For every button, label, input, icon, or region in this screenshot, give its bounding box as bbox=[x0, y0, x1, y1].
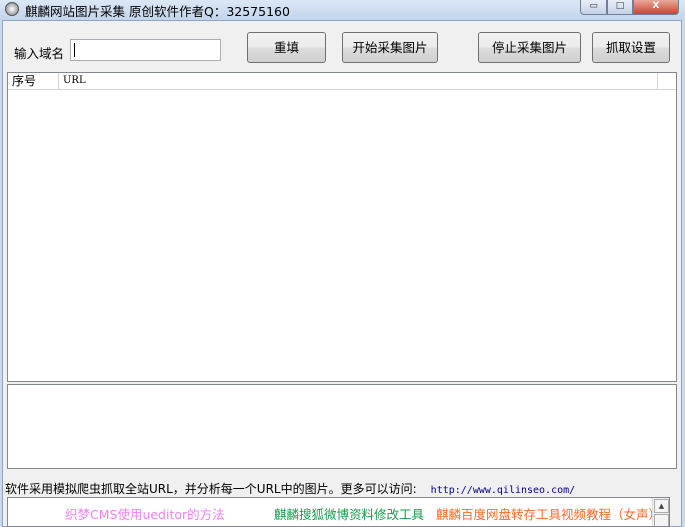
link-item[interactable]: 麒麟百度网盘转存工具视频教程（女声） bbox=[436, 504, 661, 523]
app-icon bbox=[5, 2, 19, 16]
log-textarea[interactable] bbox=[7, 384, 677, 469]
links-scrollbar[interactable]: ▲ bbox=[652, 498, 669, 526]
column-header-index[interactable]: 序号 bbox=[8, 73, 59, 90]
website-link[interactable]: http://www.qilinseo.com/ bbox=[431, 485, 576, 496]
text-caret bbox=[74, 43, 75, 57]
url-list[interactable]: 序号 URL bbox=[7, 72, 677, 382]
domain-input[interactable] bbox=[70, 39, 221, 61]
column-header-url[interactable]: URL bbox=[59, 73, 658, 90]
scroll-up-icon[interactable]: ▲ bbox=[654, 499, 669, 513]
minimize-button[interactable]: ▭ bbox=[580, 0, 607, 15]
title-bar: 麒麟网站图片采集 原创软件作者Q：32575160 ▭ □ X bbox=[0, 0, 685, 20]
link-item[interactable]: 麒麟搜狐微博资料修改工具 bbox=[274, 504, 424, 523]
scroll-thumb[interactable] bbox=[654, 514, 669, 526]
window-title: 麒麟网站图片采集 原创软件作者Q：32575160 bbox=[25, 4, 290, 19]
status-bar: 软件采用模拟爬虫抓取全站URL，并分析每一个URL中的图片。更多可以访问: htt… bbox=[5, 480, 575, 497]
start-capture-button[interactable]: 开始采集图片 bbox=[342, 32, 438, 63]
links-box: 织梦CMS使用ueditor的方法 麒麟搜狐微博资料修改工具 麒麟百度网盘转存工… bbox=[7, 497, 670, 527]
reset-button[interactable]: 重填 bbox=[247, 32, 326, 63]
link-item[interactable]: 织梦CMS使用ueditor的方法 bbox=[65, 504, 225, 523]
close-button[interactable]: X bbox=[633, 0, 679, 15]
column-header-filler bbox=[658, 73, 676, 90]
stop-capture-button[interactable]: 停止采集图片 bbox=[478, 32, 581, 63]
maximize-button[interactable]: □ bbox=[607, 0, 633, 15]
domain-label: 输入域名 bbox=[14, 46, 65, 61]
status-text: 软件采用模拟爬虫抓取全站URL，并分析每一个URL中的图片。更多可以访问: bbox=[5, 482, 417, 496]
capture-settings-button[interactable]: 抓取设置 bbox=[592, 32, 670, 63]
